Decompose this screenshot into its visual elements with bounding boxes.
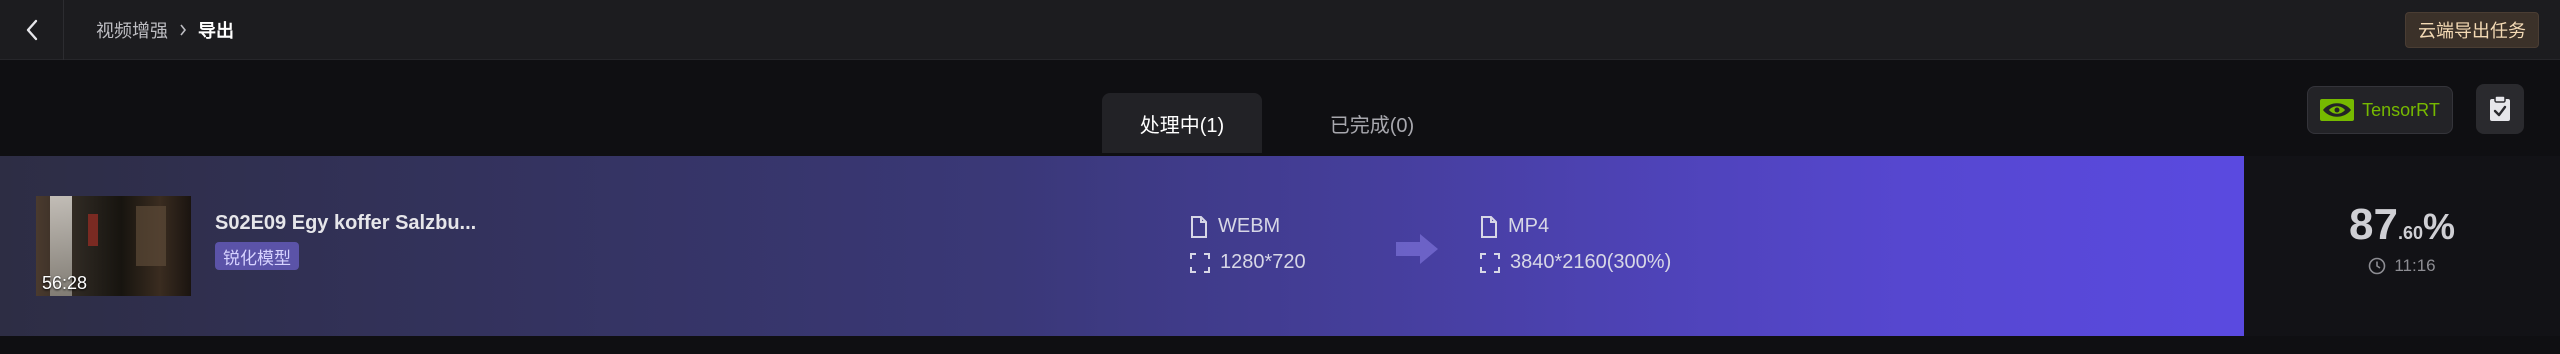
- task-list-button[interactable]: [2476, 84, 2524, 134]
- tab-processing[interactable]: 处理中(1): [1102, 93, 1262, 153]
- progress-decimal: .60: [2397, 223, 2423, 243]
- target-format: MP4: [1480, 215, 1549, 238]
- arrow-right-icon: [1396, 234, 1438, 264]
- source-resolution: 1280*720: [1190, 251, 1306, 274]
- clock-icon: [2369, 257, 2386, 275]
- target-resolution-label: 3840*2160(300%): [1510, 251, 1672, 273]
- cloud-export-tasks-button[interactable]: 云端导出任务: [2405, 12, 2539, 48]
- source-format: WEBM: [1190, 215, 1280, 238]
- model-badge: 锐化模型: [215, 242, 299, 270]
- task-tabs: 处理中(1) 已完成(0): [1102, 93, 1482, 153]
- nvidia-logo-icon: [2320, 99, 2355, 121]
- file-icon: [1191, 215, 1207, 238]
- progress-percentage: 87.60%: [2244, 200, 2560, 250]
- breadcrumb-current: 导出: [198, 21, 234, 41]
- progress-integer: 87: [2349, 200, 2398, 249]
- progress-panel: 87.60% 11:16: [2244, 156, 2560, 336]
- breadcrumb-parent[interactable]: 视频增强: [96, 17, 168, 43]
- file-icon: [1481, 215, 1497, 238]
- video-thumbnail: 56:28: [36, 196, 191, 296]
- target-resolution: 3840*2160(300%): [1480, 251, 1671, 274]
- chevron-left-icon: [26, 19, 37, 41]
- clipboard-check-icon: [2490, 95, 2510, 121]
- time-remaining-value: 11:16: [2394, 256, 2436, 275]
- tab-completed[interactable]: 已完成(0): [1262, 93, 1482, 153]
- task-filename: S02E09 Egy koffer Salzbu...: [215, 212, 477, 234]
- chevron-right-icon: [178, 22, 188, 38]
- resolution-icon: [1190, 252, 1210, 273]
- source-resolution-label: 1280*720: [1220, 251, 1306, 273]
- tensorrt-label: TensorRT: [2362, 99, 2440, 120]
- progress-bar-fill: [0, 156, 2244, 336]
- task-row[interactable]: 56:28 S02E09 Egy koffer Salzbu... 锐化模型 W…: [0, 156, 2560, 336]
- top-bar: 视频增强 导出 云端导出任务: [0, 0, 2560, 60]
- video-duration: 56:28: [42, 273, 88, 293]
- target-format-label: MP4: [1508, 215, 1550, 237]
- source-format-label: WEBM: [1218, 215, 1281, 237]
- time-remaining: 11:16: [2244, 256, 2560, 276]
- back-button[interactable]: [0, 0, 64, 60]
- breadcrumb: 视频增强 导出: [96, 0, 234, 60]
- tensorrt-button[interactable]: TensorRT: [2307, 86, 2453, 134]
- progress-percent-sign: %: [2422, 206, 2455, 247]
- resolution-icon: [1480, 252, 1500, 273]
